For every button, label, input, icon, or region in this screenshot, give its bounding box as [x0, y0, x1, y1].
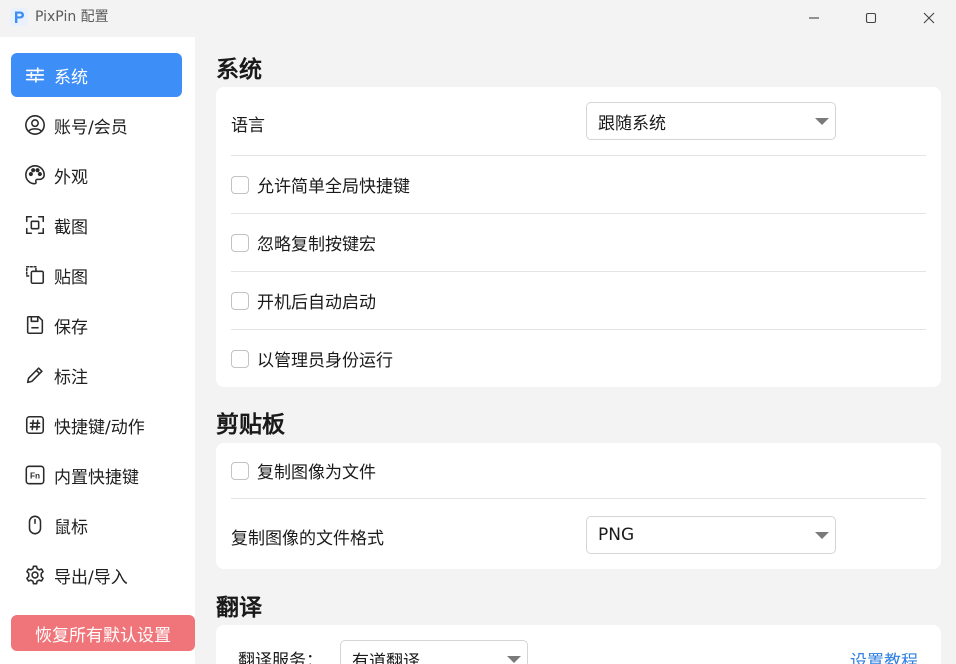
option-run-as-admin[interactable]: 以管理员身份运行	[231, 330, 926, 387]
title-bar: PixPin 配置	[0, 0, 956, 36]
gear-icon	[23, 563, 47, 587]
translate-service-label: 翻译服务：	[238, 650, 323, 664]
translate-service-select[interactable]: 有道翻译	[340, 640, 528, 664]
sidebar-item-save[interactable]: 保存	[11, 303, 182, 347]
sidebar-item-export-import[interactable]: 导出/导入	[11, 553, 182, 597]
sidebar-item-label: 导出/导入	[54, 567, 128, 588]
setup-tutorial-link[interactable]: 设置教程	[850, 647, 918, 664]
screenshot-frame-icon	[23, 213, 47, 237]
sidebar-item-annotate[interactable]: 标注	[11, 353, 182, 397]
minimize-button[interactable]	[791, 0, 837, 36]
hash-key-icon	[23, 413, 47, 437]
sidebar-item-label: 系统	[54, 67, 88, 88]
sliders-icon	[23, 63, 47, 87]
sidebar-item-mouse[interactable]: 鼠标	[11, 503, 182, 547]
image-format-select[interactable]: PNG	[586, 516, 836, 554]
sidebar-item-builtin-shortcuts[interactable]: Fn 内置快捷键	[11, 453, 182, 497]
sidebar-item-account[interactable]: 账号/会员	[11, 103, 182, 147]
sidebar-item-label: 保存	[54, 317, 88, 338]
language-select-value: 跟随系统	[598, 113, 666, 134]
close-button[interactable]	[906, 0, 952, 36]
language-select[interactable]: 跟随系统	[586, 102, 836, 140]
chevron-down-icon	[507, 656, 521, 663]
close-icon	[923, 12, 935, 24]
option-label: 允许简单全局快捷键	[257, 177, 410, 197]
sidebar: 系统 账号/会员 外观 截图 贴图 保存 标注 快捷键/动作 Fn 内置快捷键 …	[0, 37, 195, 664]
sidebar-item-label: 快捷键/动作	[54, 417, 145, 438]
section-title-clipboard: 剪贴板	[216, 412, 285, 438]
option-copy-image-as-file[interactable]: 复制图像为文件	[231, 443, 926, 498]
mouse-icon	[23, 513, 47, 537]
clipboard-card: 复制图像为文件 复制图像的文件格式 PNG	[216, 443, 941, 569]
pin-image-icon	[23, 263, 47, 287]
option-auto-start[interactable]: 开机后自动启动	[231, 272, 926, 329]
sidebar-item-label: 账号/会员	[54, 117, 128, 138]
sidebar-item-appearance[interactable]: 外观	[11, 153, 182, 197]
svg-text:Fn: Fn	[30, 472, 40, 481]
option-label: 以管理员身份运行	[257, 351, 393, 371]
sidebar-item-label: 截图	[54, 217, 88, 238]
divider	[231, 498, 926, 499]
section-title-translate: 翻译	[216, 595, 262, 621]
format-label: 复制图像的文件格式	[231, 528, 384, 549]
option-label: 开机后自动启动	[257, 293, 376, 313]
checkbox[interactable]	[231, 349, 249, 368]
option-label: 复制图像为文件	[257, 463, 376, 483]
system-card: 语言 跟随系统 允许简单全局快捷键 忽略复制按键宏 开机后自动启动 以管理员身份…	[216, 87, 941, 387]
sidebar-item-label: 外观	[54, 167, 88, 188]
option-ignore-copy-macro[interactable]: 忽略复制按键宏	[231, 214, 926, 271]
chevron-down-icon	[815, 532, 829, 539]
sidebar-item-label: 内置快捷键	[54, 467, 139, 488]
checkbox[interactable]	[231, 175, 249, 194]
option-simple-global-hotkey[interactable]: 允许简单全局快捷键	[231, 156, 926, 213]
chevron-down-icon	[815, 118, 829, 125]
minimize-icon	[809, 17, 819, 19]
maximize-button[interactable]	[848, 0, 894, 36]
reset-defaults-button[interactable]: 恢复所有默认设置	[11, 615, 195, 651]
language-label: 语言	[231, 115, 265, 136]
sidebar-item-label: 贴图	[54, 267, 88, 288]
sidebar-item-pin[interactable]: 贴图	[11, 253, 182, 297]
sidebar-item-label: 鼠标	[54, 517, 88, 538]
sidebar-item-screenshot[interactable]: 截图	[11, 203, 182, 247]
image-format-select-value: PNG	[598, 525, 635, 545]
save-icon	[23, 313, 47, 337]
sidebar-item-system[interactable]: 系统	[11, 53, 182, 97]
sidebar-item-label: 标注	[54, 367, 88, 388]
window-title: PixPin 配置	[35, 9, 109, 25]
checkbox[interactable]	[231, 461, 249, 480]
translate-card: 翻译服务： 有道翻译 设置教程	[216, 625, 941, 664]
checkbox[interactable]	[231, 233, 249, 252]
pixpin-logo-icon	[10, 8, 28, 26]
fn-key-icon: Fn	[23, 463, 47, 487]
section-title-system: 系统	[216, 57, 262, 83]
option-label: 忽略复制按键宏	[257, 235, 376, 255]
translate-service-select-value: 有道翻译	[352, 651, 420, 664]
maximize-icon	[865, 12, 877, 24]
user-circle-icon	[23, 113, 47, 137]
pencil-icon	[23, 363, 47, 387]
translate-service-row: 翻译服务：	[238, 645, 348, 664]
sidebar-item-shortcuts[interactable]: 快捷键/动作	[11, 403, 182, 447]
palette-icon	[23, 163, 47, 187]
checkbox[interactable]	[231, 291, 249, 310]
